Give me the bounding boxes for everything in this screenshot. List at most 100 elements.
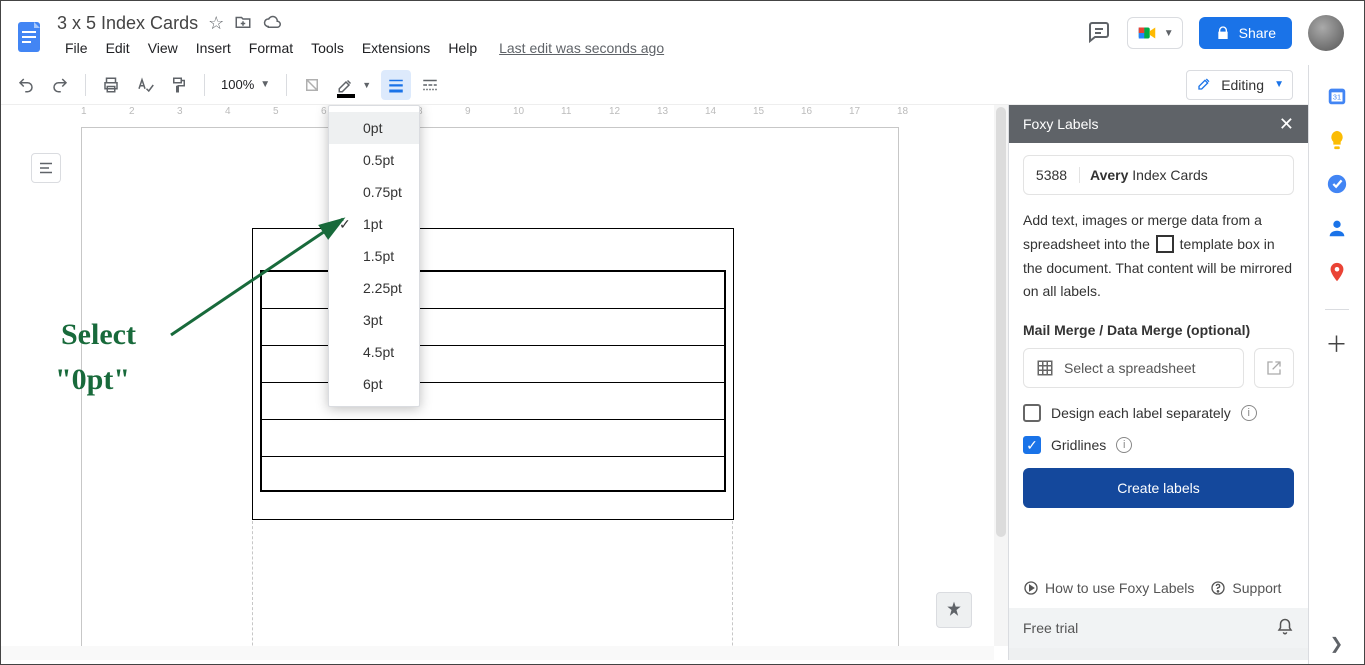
foxy-panel: Foxy Labels ✕ 5388 Avery Index Cards Add… — [1008, 105, 1308, 660]
border-dash-button[interactable] — [415, 70, 445, 100]
docs-doc-icon — [11, 19, 47, 55]
ruler-tick-label: 18 — [897, 106, 908, 117]
border-width-option-label: 6pt — [363, 376, 382, 392]
margin-guide — [252, 521, 253, 646]
ruler-tick-label: 2 — [129, 106, 135, 117]
info-icon[interactable]: i — [1116, 437, 1132, 453]
ruler-tick-label: 17 — [849, 106, 860, 117]
menu-help[interactable]: Help — [440, 36, 485, 60]
paint-format-button[interactable] — [164, 70, 194, 100]
support-link[interactable]: Support — [1210, 580, 1281, 596]
trial-bar[interactable]: Free trial — [1009, 608, 1308, 648]
menu-format[interactable]: Format — [241, 36, 301, 60]
caret-down-icon: ▼ — [1274, 79, 1284, 90]
menu-view[interactable]: View — [140, 36, 186, 60]
fill-color-button[interactable] — [297, 70, 327, 100]
mail-merge-heading: Mail Merge / Data Merge (optional) — [1023, 322, 1294, 338]
redo-button[interactable] — [45, 70, 75, 100]
template-name: Avery Index Cards — [1080, 167, 1208, 183]
meet-button[interactable]: ▼ — [1127, 17, 1183, 49]
move-icon[interactable] — [234, 13, 252, 34]
maps-app-icon[interactable] — [1326, 261, 1348, 283]
undo-button[interactable] — [11, 70, 41, 100]
border-width-option[interactable]: 0.75pt — [329, 176, 419, 208]
print-button[interactable] — [96, 70, 126, 100]
open-external-button[interactable] — [1254, 348, 1294, 388]
template-selector[interactable]: 5388 Avery Index Cards — [1023, 155, 1294, 195]
howto-link[interactable]: How to use Foxy Labels — [1023, 580, 1194, 596]
checkbox[interactable]: ✓ — [1023, 436, 1041, 454]
foxy-description: Add text, images or merge data from a sp… — [1023, 209, 1294, 304]
border-width-option[interactable]: 0.5pt — [329, 144, 419, 176]
border-width-option[interactable]: 0pt — [329, 112, 419, 144]
info-icon[interactable]: i — [1241, 405, 1257, 421]
foxy-panel-header: Foxy Labels ✕ — [1009, 105, 1308, 143]
ruler-tick-label: 12 — [609, 106, 620, 117]
comments-icon[interactable] — [1087, 20, 1111, 47]
menu-edit[interactable]: Edit — [98, 36, 138, 60]
ruler-vertical[interactable] — [5, 121, 21, 646]
spellcheck-button[interactable] — [130, 70, 160, 100]
foxy-title: Foxy Labels — [1023, 116, 1098, 132]
external-icon — [1266, 360, 1282, 376]
docs-logo[interactable] — [9, 17, 49, 57]
ruler-tick-label: 14 — [705, 106, 716, 117]
border-width-option[interactable]: 6pt — [329, 368, 419, 400]
border-width-option-label: 0pt — [363, 120, 382, 136]
workspace: 123456789101112131415161718 — [1, 105, 1308, 660]
caret-down-icon: ▼ — [260, 79, 270, 90]
cloud-status-icon[interactable] — [262, 13, 282, 34]
zoom-select[interactable]: 100% ▼ — [215, 77, 276, 92]
annotation-text: "0pt" — [55, 363, 130, 397]
create-labels-button[interactable]: Create labels — [1023, 468, 1294, 508]
menu-insert[interactable]: Insert — [188, 36, 239, 60]
select-spreadsheet-button[interactable]: Select a spreadsheet — [1023, 348, 1244, 388]
checkbox[interactable] — [1023, 404, 1041, 422]
menu-bar: File Edit View Insert Format Tools Exten… — [53, 34, 664, 62]
svg-text:31: 31 — [1332, 93, 1340, 102]
ruler-tick-label: 10 — [513, 106, 524, 117]
menu-extensions[interactable]: Extensions — [354, 36, 438, 60]
table-row[interactable] — [262, 420, 724, 457]
gridlines-label: Gridlines — [1051, 437, 1106, 453]
ruler-tick-label: 5 — [273, 106, 279, 117]
keep-app-icon[interactable] — [1326, 129, 1348, 151]
outline-toggle-button[interactable] — [31, 153, 61, 183]
last-edit-link[interactable]: Last edit was seconds ago — [499, 40, 664, 56]
calendar-app-icon[interactable]: 31 — [1326, 85, 1348, 107]
mode-switcher[interactable]: Editing ▼ — [1186, 70, 1293, 100]
help-icon — [1210, 580, 1226, 596]
annotation-arrow — [171, 205, 371, 355]
ruler-tick-label: 15 — [753, 106, 764, 117]
explore-button[interactable] — [936, 592, 972, 628]
share-button[interactable]: Share — [1199, 17, 1292, 49]
scrollbar-vertical[interactable] — [994, 105, 1008, 646]
border-color-button[interactable]: ▼ — [331, 70, 361, 100]
close-icon[interactable]: ✕ — [1279, 114, 1294, 135]
pencil-icon — [1197, 75, 1213, 94]
table-row[interactable] — [262, 457, 724, 494]
ruler-horizontal[interactable]: 123456789101112131415161718 — [23, 105, 994, 121]
doc-title[interactable]: 3 x 5 Index Cards — [57, 13, 198, 34]
get-addons-button[interactable]: ＋ — [1326, 332, 1348, 354]
app-rail: 31 ＋ ❯ — [1308, 65, 1364, 664]
gridlines-checkbox-row[interactable]: ✓ Gridlines i — [1023, 436, 1294, 454]
share-label: Share — [1239, 25, 1276, 41]
account-avatar[interactable] — [1308, 15, 1344, 51]
border-width-option-label: 0.5pt — [363, 152, 394, 168]
zoom-value: 100% — [221, 77, 254, 92]
star-icon[interactable]: ☆ — [208, 14, 224, 32]
scrollbar-horizontal[interactable] — [1, 646, 994, 660]
border-width-button[interactable] — [381, 70, 411, 100]
menu-tools[interactable]: Tools — [303, 36, 352, 60]
play-circle-icon — [1023, 580, 1039, 596]
border-width-option-label: 0.75pt — [363, 184, 402, 200]
design-each-checkbox-row[interactable]: Design each label separately i — [1023, 404, 1294, 422]
collapse-rail-button[interactable]: ❯ — [1330, 634, 1343, 654]
contacts-app-icon[interactable] — [1326, 217, 1348, 239]
tasks-app-icon[interactable] — [1326, 173, 1348, 195]
ruler-tick-label: 3 — [177, 106, 183, 117]
bell-icon[interactable] — [1276, 618, 1294, 639]
menu-file[interactable]: File — [57, 36, 96, 60]
panel-scrollbar[interactable] — [1009, 648, 1308, 660]
